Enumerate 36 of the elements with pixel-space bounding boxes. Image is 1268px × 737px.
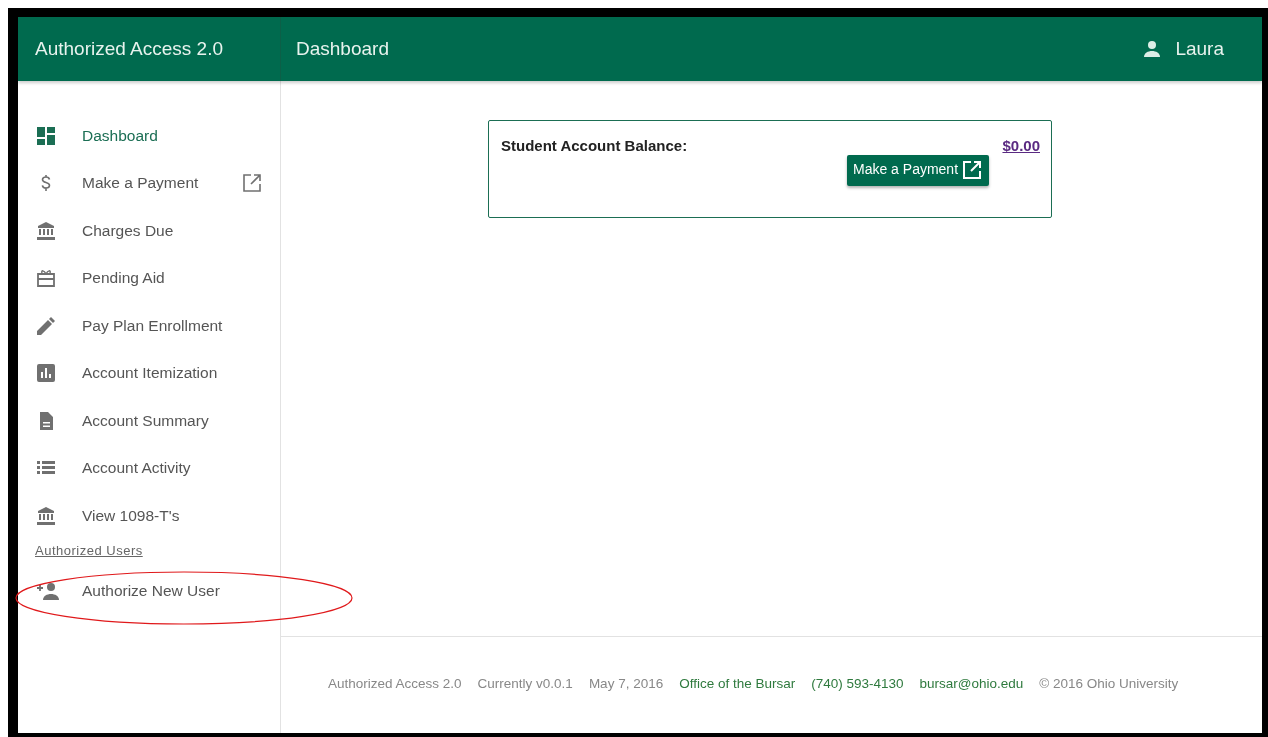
bank-icon <box>37 506 55 525</box>
footer-link[interactable]: Office of the Bursar <box>679 676 796 733</box>
user-menu[interactable]: Laura <box>1144 38 1262 60</box>
footer-link[interactable]: bursar@ohio.edu <box>919 676 1024 733</box>
dashboard-icon <box>37 126 55 145</box>
external-link-icon <box>963 161 982 179</box>
list-icon <box>37 460 55 477</box>
add-user-icon <box>37 582 61 601</box>
section-heading: Authorized Users <box>34 542 143 558</box>
nav-item[interactable]: Charges Due <box>18 207 280 255</box>
page-title: Dashboard <box>295 38 390 60</box>
make-payment-button[interactable]: Make a Payment <box>847 155 990 186</box>
footer-link[interactable]: (740) 593-4130 <box>811 676 904 733</box>
nav-item[interactable]: Authorize New User <box>18 567 280 615</box>
nav-item[interactable]: Dashboard <box>18 112 280 160</box>
bank-icon <box>37 221 55 240</box>
chart-icon <box>37 364 55 383</box>
balance-amount-link[interactable]: $0.00 <box>1002 137 1040 154</box>
nav-item[interactable]: Account Activity <box>18 444 280 492</box>
nav-item[interactable]: Account Itemization <box>18 349 280 397</box>
nav-item[interactable]: Make a Payment <box>18 159 280 207</box>
nav-item[interactable]: Account Summary <box>18 397 280 445</box>
nav-item[interactable]: Pay Plan Enrollment <box>18 302 280 350</box>
user-icon <box>1144 41 1161 57</box>
balance-label: Student Account Balance: <box>501 137 688 154</box>
footer-text: May 7, 2016 <box>588 676 664 693</box>
footer-text: Authorized Access 2.0 <box>328 676 462 693</box>
app-title: Authorized Access 2.0 <box>18 17 281 81</box>
pencil-icon <box>37 316 55 335</box>
external-link-icon <box>243 174 261 193</box>
nav-item[interactable]: View 1098-T's <box>18 492 280 540</box>
nav-item[interactable]: Pending Aid <box>18 254 280 302</box>
gift-icon <box>37 269 55 288</box>
footer-text: © 2016 Ohio University <box>1039 676 1179 693</box>
document-icon <box>37 411 55 430</box>
footer-text: Currently v0.0.1 <box>477 676 573 693</box>
